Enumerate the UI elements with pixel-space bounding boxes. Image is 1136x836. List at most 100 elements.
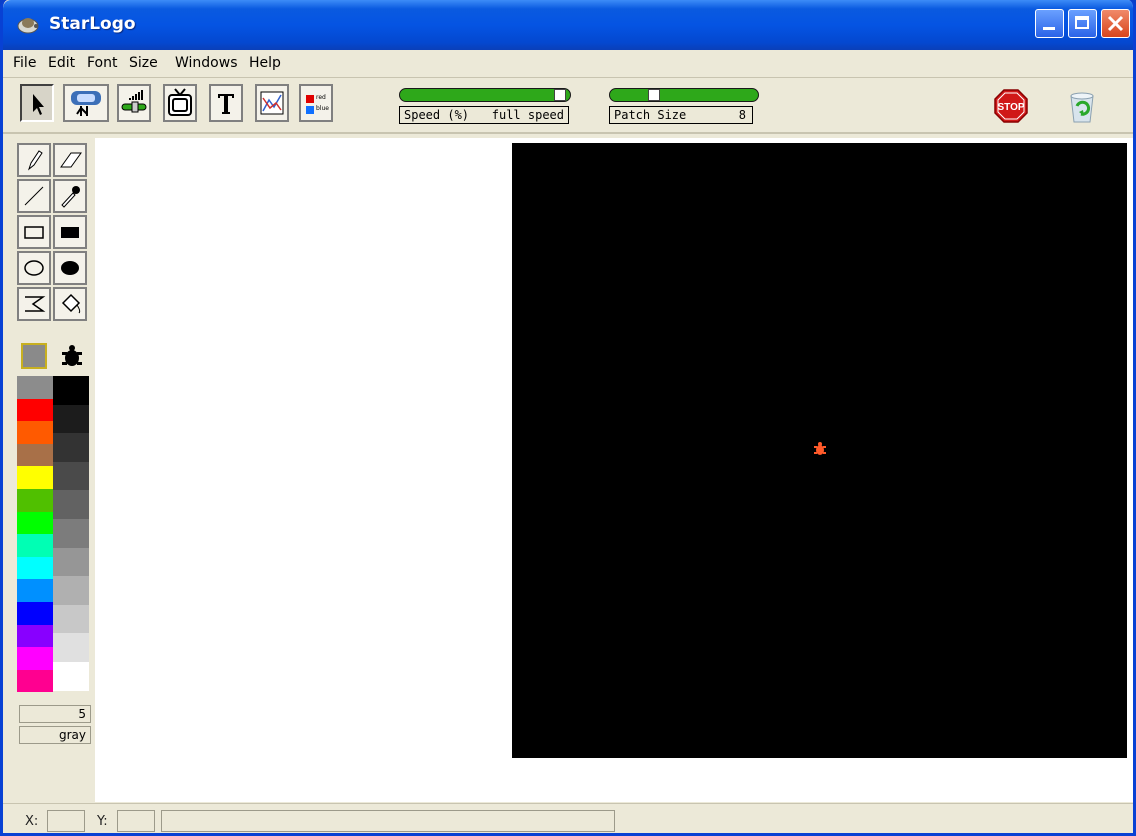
status-message-field xyxy=(161,810,615,832)
line-icon xyxy=(24,186,44,206)
color-swatch[interactable] xyxy=(17,421,53,444)
color-pair-tool[interactable]: red blue xyxy=(299,84,333,122)
color-swatch[interactable] xyxy=(17,398,53,422)
color-swatch[interactable] xyxy=(17,624,53,648)
sigma-shape-tool[interactable] xyxy=(17,287,51,321)
menu-size[interactable]: Size xyxy=(129,55,158,71)
patch-size-label-text: Patch Size xyxy=(614,108,687,122)
eraser-tool[interactable] xyxy=(53,143,87,177)
eyedropper-icon xyxy=(61,186,80,208)
maximize-button[interactable] xyxy=(1068,9,1097,38)
x-coord-label: X: xyxy=(25,814,39,829)
monitor-tv-tool[interactable] xyxy=(163,84,197,122)
patch-size-slider[interactable]: Patch Size 8 xyxy=(609,88,759,126)
monitor-person-icon xyxy=(71,91,101,116)
speed-label-text: Speed (%) xyxy=(404,108,470,122)
color-swatch[interactable] xyxy=(53,576,89,605)
menu-windows[interactable]: Windows xyxy=(175,55,238,71)
patch-size-slider-track[interactable] xyxy=(609,88,759,102)
line-tool[interactable] xyxy=(17,179,51,213)
red-swatch xyxy=(306,95,314,103)
text-tool[interactable] xyxy=(209,84,243,122)
color-swatch[interactable] xyxy=(53,633,89,662)
blue-swatch xyxy=(306,106,314,114)
text-t-icon xyxy=(218,94,234,114)
rect-filled-icon xyxy=(61,227,79,238)
current-color-swatch[interactable] xyxy=(21,343,47,369)
rect-outline-icon xyxy=(24,226,44,239)
status-bar: X: Y: xyxy=(3,803,1133,833)
color-swatch[interactable] xyxy=(53,433,89,462)
drawing-palette-panel: 5 gray xyxy=(15,143,93,803)
toolbar: red blue Speed (%) full speed Patch Size… xyxy=(3,78,1133,134)
speed-value-text: full speed xyxy=(491,108,564,122)
ellipse-filled-tool[interactable] xyxy=(53,251,87,285)
patch-size-slider-label: Patch Size 8 xyxy=(609,106,753,124)
trash-button[interactable] xyxy=(1063,86,1101,126)
color-swatch[interactable] xyxy=(17,647,53,670)
y-coord-label: Y: xyxy=(97,814,108,829)
menu-file[interactable]: File xyxy=(13,55,36,71)
color-swatch[interactable] xyxy=(17,443,53,467)
color-swatch[interactable] xyxy=(53,519,89,548)
blue-label: blue xyxy=(316,105,329,112)
rect-filled-tool[interactable] xyxy=(53,215,87,249)
color-swatch[interactable] xyxy=(17,579,53,602)
ellipse-filled-icon xyxy=(61,261,79,275)
stop-label: STOP xyxy=(997,102,1024,113)
speed-slider-thumb[interactable] xyxy=(553,89,566,101)
menu-edit[interactable]: Edit xyxy=(48,55,75,71)
menu-bar: File Edit Font Size Windows Help xyxy=(3,50,1133,78)
color-swatch[interactable] xyxy=(53,376,89,405)
color-name-field: gray xyxy=(19,726,91,744)
color-swatch[interactable] xyxy=(53,490,89,519)
speed-slider[interactable]: Speed (%) full speed xyxy=(399,88,571,126)
pencil-tool[interactable] xyxy=(17,143,51,177)
color-swatch[interactable] xyxy=(17,466,53,489)
x-coord-field xyxy=(47,810,85,832)
tv-icon xyxy=(168,88,192,116)
ellipse-outline-icon xyxy=(24,260,44,276)
turtle-icon xyxy=(62,345,82,366)
color-swatch[interactable] xyxy=(17,534,53,557)
turtle-monitor-tool[interactable] xyxy=(63,84,109,122)
color-swatch[interactable] xyxy=(17,602,53,625)
y-coord-field xyxy=(117,810,155,832)
turtle-agent[interactable] xyxy=(813,441,827,457)
rect-outline-tool[interactable] xyxy=(17,215,51,249)
arrow-cursor-icon xyxy=(33,94,44,115)
color-swatch[interactable] xyxy=(17,511,53,535)
color-swatch[interactable] xyxy=(17,376,53,399)
color-swatch[interactable] xyxy=(17,556,53,580)
close-icon xyxy=(1107,15,1124,32)
stop-button[interactable]: STOP xyxy=(993,88,1029,124)
stop-sign-icon: STOP xyxy=(994,89,1028,123)
color-swatch[interactable] xyxy=(53,404,89,434)
turtle-app-icon xyxy=(17,18,39,34)
color-swatch[interactable] xyxy=(53,662,89,691)
pencil-icon xyxy=(27,150,43,171)
eyedropper-tool[interactable] xyxy=(53,179,87,213)
color-swatch[interactable] xyxy=(53,461,89,491)
color-swatch[interactable] xyxy=(17,669,53,693)
arrow-select-tool[interactable] xyxy=(20,84,54,122)
menu-help[interactable]: Help xyxy=(249,55,281,71)
minimize-button[interactable] xyxy=(1035,9,1064,38)
title-bar[interactable]: StarLogo xyxy=(3,0,1133,50)
patch-size-value-text: 8 xyxy=(738,108,746,122)
speed-slider-track[interactable] xyxy=(399,88,571,102)
red-label: red xyxy=(316,94,326,101)
menu-font[interactable]: Font xyxy=(87,55,117,71)
color-swatch[interactable] xyxy=(17,489,53,512)
patch-size-slider-thumb[interactable] xyxy=(648,89,660,101)
slider-tool[interactable] xyxy=(117,84,151,122)
recycle-bin-icon xyxy=(1070,92,1094,123)
paint-bucket-tool[interactable] xyxy=(53,287,87,321)
turtle-shape-button[interactable] xyxy=(59,343,85,369)
color-swatch[interactable] xyxy=(53,547,89,577)
graph-tool[interactable] xyxy=(255,84,289,122)
ellipse-outline-tool[interactable] xyxy=(17,251,51,285)
close-button[interactable] xyxy=(1101,9,1130,38)
color-swatch[interactable] xyxy=(53,604,89,634)
eraser-icon xyxy=(60,152,82,168)
